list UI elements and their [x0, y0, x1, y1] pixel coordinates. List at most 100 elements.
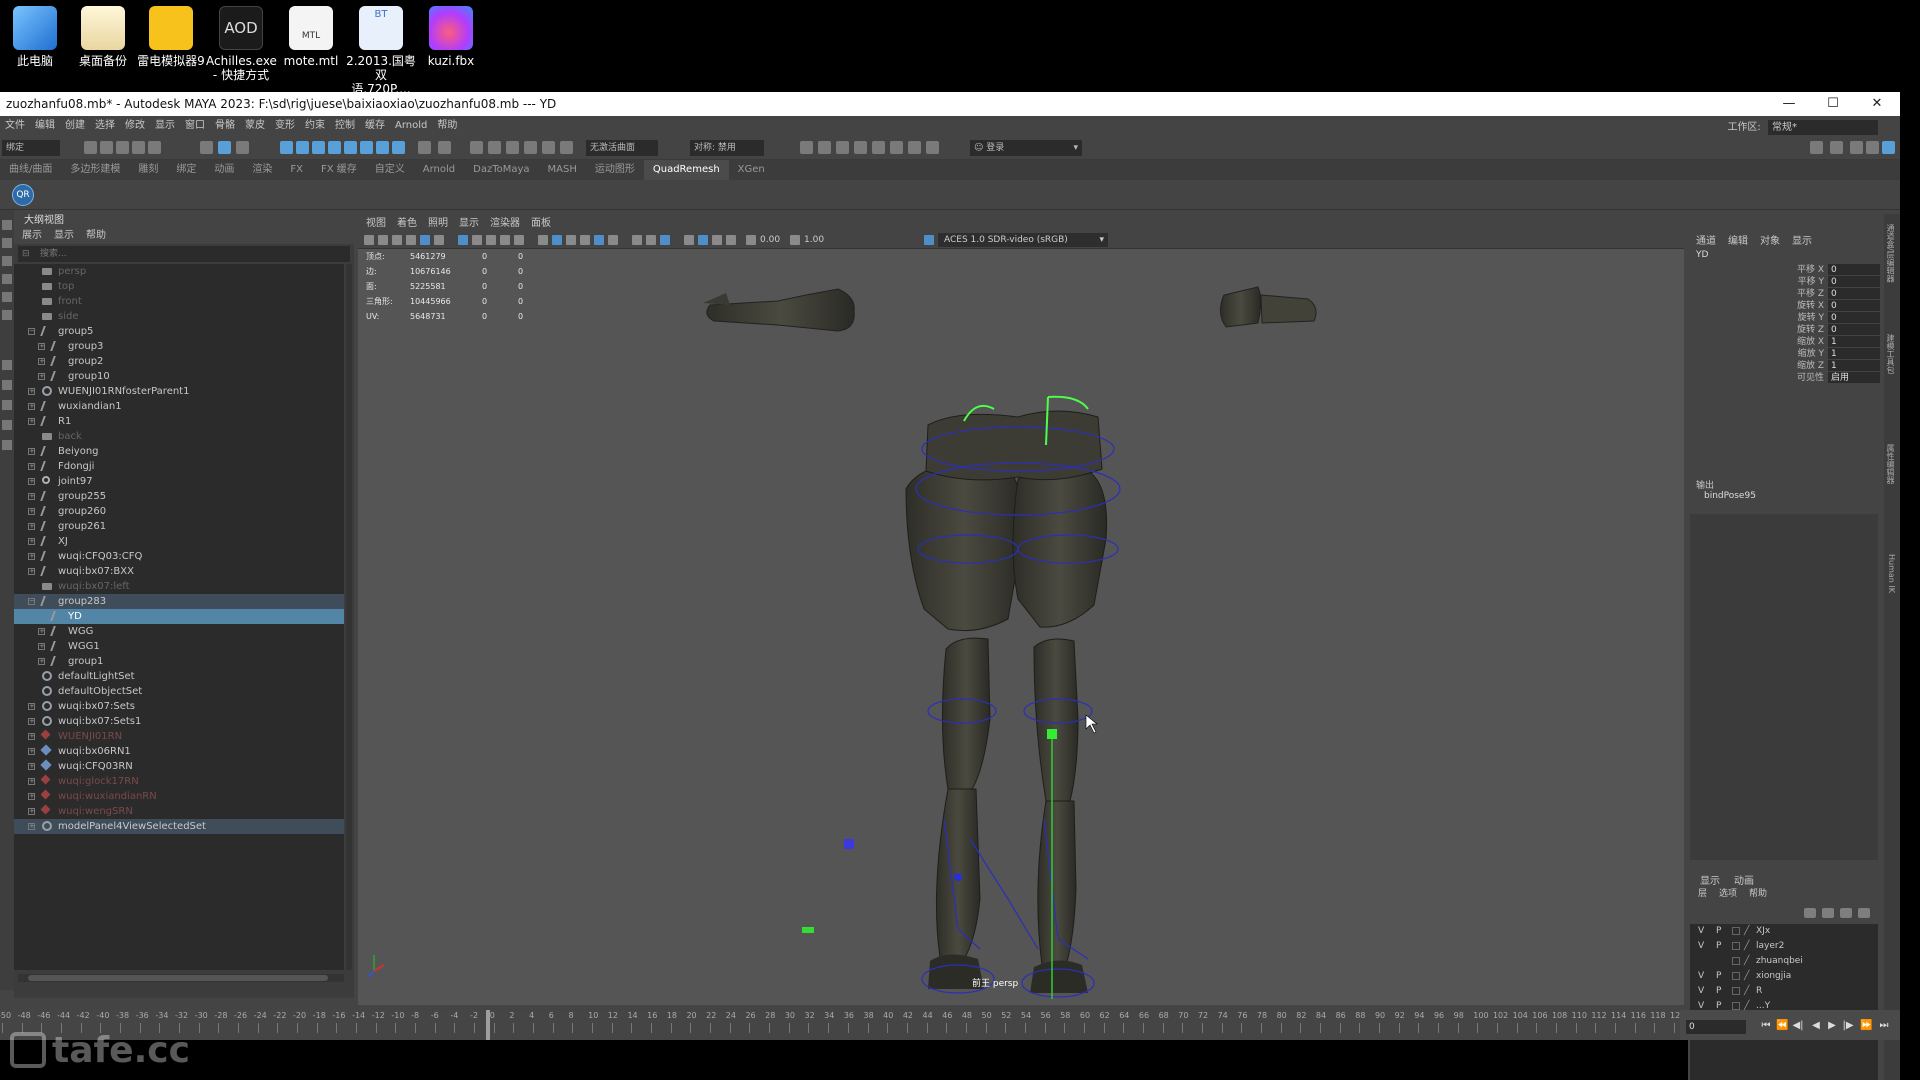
expand-icon[interactable]: + [28, 568, 35, 575]
viewport-menu-item[interactable]: 显示 [459, 218, 479, 229]
outliner-item[interactable]: + wuqi:bx07:BXX [14, 564, 344, 579]
outliner-search-input[interactable]: ⊟ 搜索... [18, 246, 350, 262]
outliner-item[interactable]: − group283 [14, 594, 344, 609]
menu-item[interactable]: 蒙皮 [240, 116, 270, 136]
expand-icon[interactable]: + [28, 553, 35, 560]
shelf-tab[interactable]: DazToMaya [464, 160, 538, 180]
expand-icon[interactable]: + [28, 538, 35, 545]
shelf-tab[interactable]: MASH [539, 160, 586, 180]
display-type-toggle[interactable] [1732, 972, 1740, 980]
render-view-icon[interactable] [872, 141, 885, 154]
mask-deform-icon[interactable] [344, 141, 357, 154]
shelf-tab[interactable]: FX 缓存 [312, 160, 366, 180]
close-button[interactable]: ✕ [1854, 92, 1900, 116]
resolution-gate-icon[interactable] [458, 235, 468, 245]
exposure-icon[interactable] [746, 235, 756, 245]
outliner-item[interactable]: + wuqi:glock17RN [14, 774, 344, 789]
layer-menu-item[interactable]: 帮助 [1749, 889, 1767, 899]
outliner-item[interactable]: + wuqi:CFQ03RN [14, 759, 344, 774]
step-forward-key-icon[interactable]: ⏩ [1860, 1020, 1872, 1032]
shelf-tab[interactable]: Arnold [414, 160, 464, 180]
expand-icon[interactable]: + [28, 823, 35, 830]
visibility-toggle[interactable]: V [1698, 939, 1704, 954]
outliner-item[interactable]: + WUENJI01RNfosterParent1 [14, 384, 344, 399]
shelf-tab[interactable]: 运动图形 [586, 160, 644, 180]
lock-selection-icon[interactable] [418, 141, 431, 154]
layer-row[interactable]: ╱ zhuanqbei [1690, 954, 1878, 969]
outliner-item[interactable]: − group5 [14, 324, 344, 339]
ambient-occlusion-icon[interactable] [660, 235, 670, 245]
outliner-item[interactable]: + group260 [14, 504, 344, 519]
menu-item[interactable]: 窗口 [180, 116, 210, 136]
scene-render[interactable]: 前王 persp [358, 249, 1684, 1005]
attribute-value-field[interactable]: 启用 [1828, 372, 1880, 383]
motion-blur-icon[interactable] [712, 235, 722, 245]
viewport-menu-item[interactable]: 视图 [366, 218, 386, 229]
outliner-menu-item[interactable]: 展示 [22, 230, 42, 241]
outliner-item[interactable]: persp [14, 264, 344, 279]
desktop-icon[interactable]: MTL mote.mtl [276, 6, 346, 68]
move-tool-icon[interactable] [2, 274, 12, 284]
layout-outliner-icon[interactable] [2, 420, 12, 430]
desktop-icon[interactable]: 此电脑 [0, 6, 70, 68]
expand-icon[interactable]: + [28, 763, 35, 770]
shelf-tab[interactable]: 动画 [205, 160, 243, 180]
select-object-icon[interactable] [218, 141, 231, 154]
bookmark-icon[interactable] [392, 235, 402, 245]
leg-armor-model[interactable] [905, 410, 1108, 993]
color-management-icon[interactable] [924, 235, 934, 245]
outliner-item[interactable]: wuqi:bx07:left [14, 579, 344, 594]
play-backwards-icon[interactable]: ◀ [1810, 1020, 1822, 1032]
open-scene-icon[interactable] [100, 141, 113, 154]
grid-toggle-icon[interactable] [420, 235, 430, 245]
symmetry-dropdown[interactable]: 对称: 禁用 [690, 140, 764, 156]
new-empty-layer-icon[interactable] [1840, 908, 1852, 918]
current-frame-field[interactable]: 0 [1686, 1020, 1746, 1034]
menu-item[interactable]: 帮助 [432, 116, 462, 136]
outliner-item[interactable]: + Beiyong [14, 444, 344, 459]
minimize-button[interactable]: — [1766, 92, 1812, 116]
viewport-menu-item[interactable]: 面板 [531, 218, 551, 229]
menu-item[interactable]: 文件 [0, 116, 30, 136]
expand-icon[interactable]: + [38, 343, 45, 350]
expand-icon[interactable]: + [28, 733, 35, 740]
layout-four-icon[interactable] [2, 380, 12, 390]
mask-curve-icon[interactable] [312, 141, 325, 154]
outliner-item[interactable]: defaultObjectSet [14, 684, 344, 699]
viewport-menu-item[interactable]: 着色 [397, 218, 417, 229]
channel-attribute[interactable]: 可见性 启用 [1688, 372, 1884, 384]
visibility-toggle[interactable]: V [1698, 924, 1704, 939]
mask-surface-icon[interactable] [328, 141, 341, 154]
shelf-tab[interactable]: 多边形建模 [61, 160, 129, 180]
ik-handle-green[interactable] [1047, 729, 1057, 739]
outliner-item[interactable]: + wuqi:wengSRN [14, 804, 344, 819]
outliner-item[interactable]: + group1 [14, 654, 344, 669]
scale-tool-icon[interactable] [2, 310, 12, 320]
layer-row[interactable]: V P ╱ R [1690, 984, 1878, 999]
expand-icon[interactable]: + [38, 373, 45, 380]
move-layer-down-icon[interactable] [1822, 908, 1834, 918]
outliner-item[interactable]: + joint97 [14, 474, 344, 489]
snap-curve-icon[interactable] [488, 141, 501, 154]
outliner-item[interactable]: + XJ [14, 534, 344, 549]
layer-row[interactable]: V P ╱ layer2 [1690, 939, 1878, 954]
attribute-value-field[interactable]: 0 [1828, 324, 1880, 335]
maximize-button[interactable]: ☐ [1810, 92, 1856, 116]
shelf-tab[interactable]: 自定义 [366, 160, 414, 180]
outliner-item[interactable]: YD [14, 609, 344, 624]
attribute-value-field[interactable]: 1 [1828, 360, 1880, 371]
channel-attribute[interactable]: 平移 Y 0 [1688, 276, 1884, 288]
outliner-item[interactable]: + group10 [14, 369, 344, 384]
outliner-item[interactable]: + WUENJI01RN [14, 729, 344, 744]
expand-icon[interactable]: + [28, 793, 35, 800]
attribute-value-field[interactable]: 0 [1828, 288, 1880, 299]
outliner-horizontal-scrollbar[interactable] [18, 974, 344, 982]
menu-item[interactable]: 选择 [90, 116, 120, 136]
pause-ipr-icon[interactable] [926, 141, 939, 154]
expand-icon[interactable]: + [28, 523, 35, 530]
menu-set-dropdown[interactable]: 绑定 [2, 140, 60, 156]
side-tab[interactable]: 通道盒/层编辑器 [1886, 224, 1896, 283]
pole-vector-knee[interactable] [954, 873, 962, 881]
tool-settings-icon[interactable] [1866, 141, 1879, 154]
expand-icon[interactable]: + [28, 478, 35, 485]
